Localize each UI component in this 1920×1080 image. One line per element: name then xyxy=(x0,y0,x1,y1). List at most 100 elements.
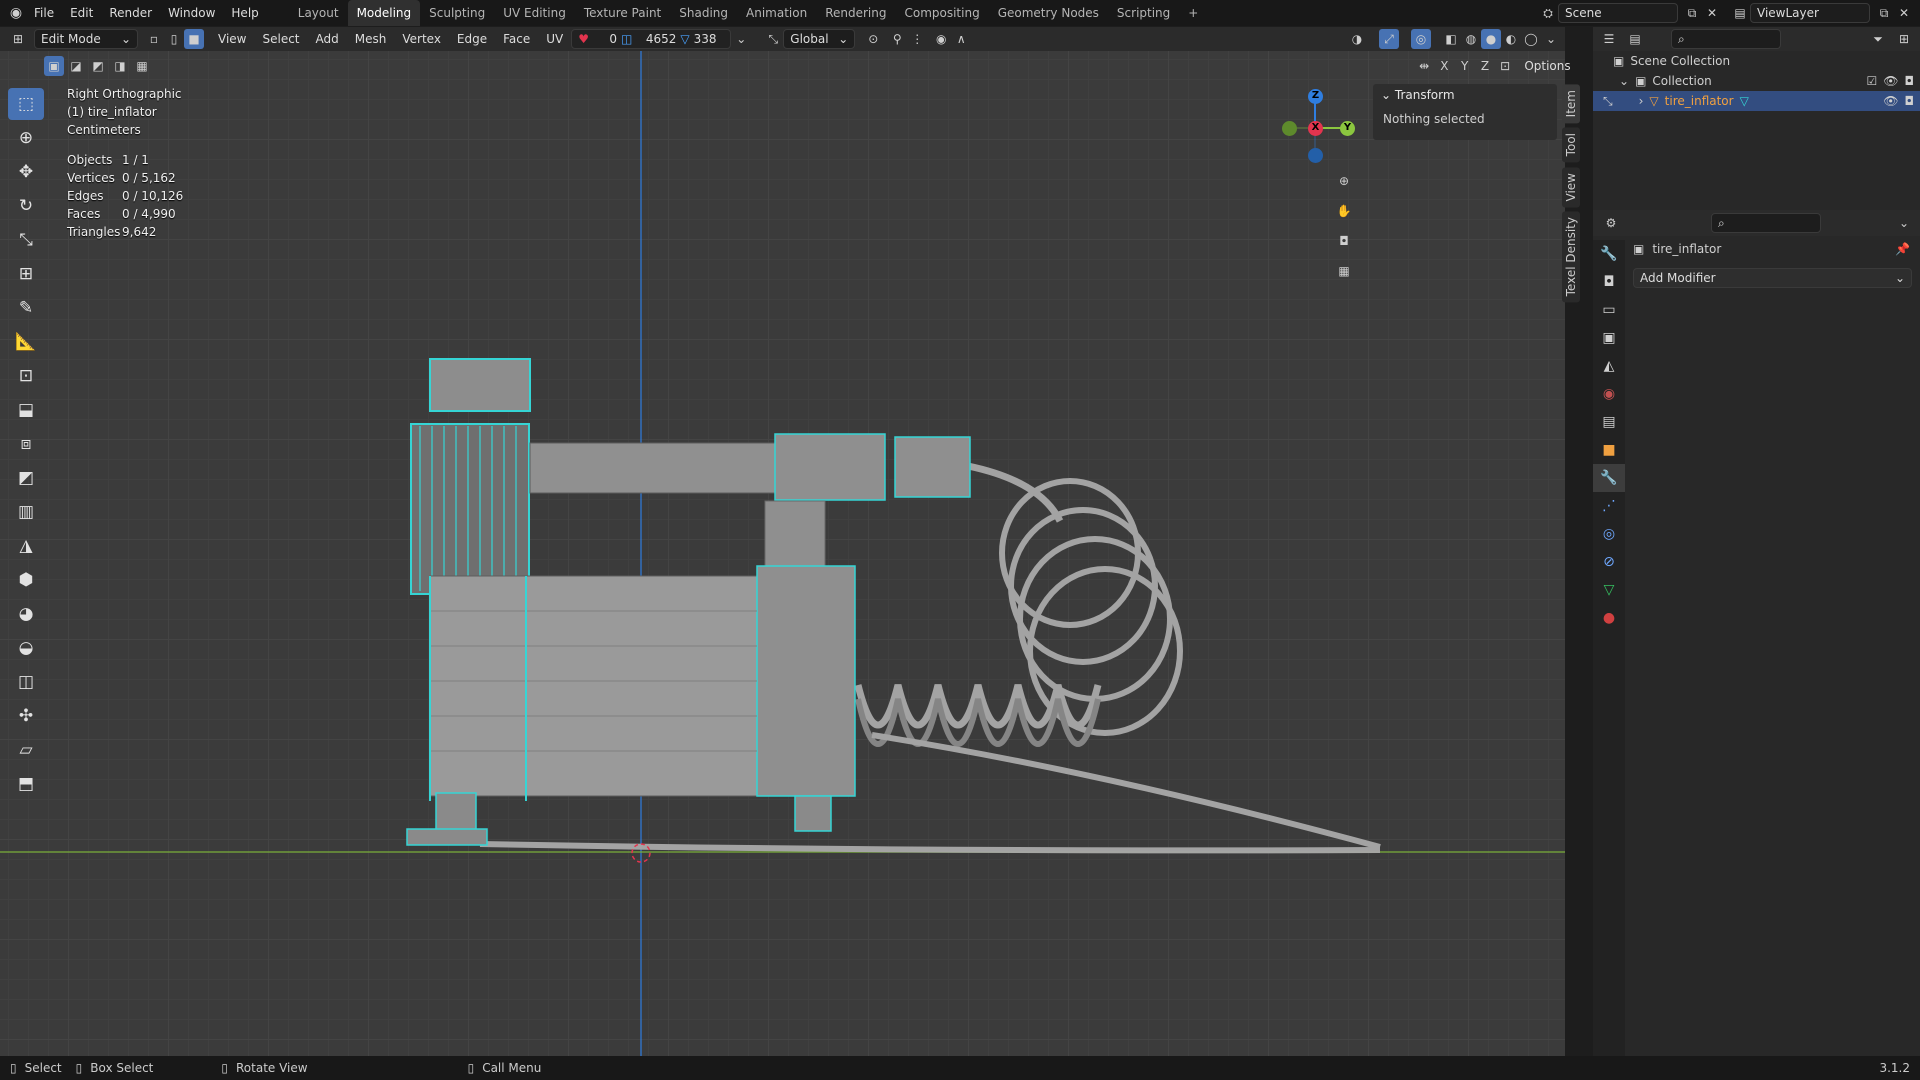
loop-cut-tool[interactable]: ▥ xyxy=(8,496,44,528)
axis-z-toggle[interactable]: Z xyxy=(1476,56,1494,76)
add-cube-tool[interactable]: ⊡ xyxy=(8,360,44,392)
navigation-gizmo[interactable]: Z Y X xyxy=(1270,86,1360,176)
select-extend-icon[interactable]: ◪ xyxy=(66,56,86,76)
transform-tool[interactable]: ⊞ xyxy=(8,258,44,290)
menu-face[interactable]: Face xyxy=(495,29,538,49)
chevron-down-icon[interactable]: ⌄ xyxy=(731,29,751,49)
physics-props-icon[interactable]: ◎ xyxy=(1593,520,1625,548)
menu-window[interactable]: Window xyxy=(160,0,223,26)
expand-icon[interactable]: ⌄ xyxy=(1619,71,1629,91)
add-workspace-icon[interactable]: + xyxy=(1179,0,1207,26)
rotate-tool[interactable]: ↻ xyxy=(8,190,44,222)
particles-props-icon[interactable]: ⋰ xyxy=(1593,492,1625,520)
menu-render[interactable]: Render xyxy=(101,0,160,26)
new-view-layer-icon[interactable]: ⧉ xyxy=(1874,3,1894,23)
snap-target-icon[interactable]: ⋮ xyxy=(907,29,927,49)
mirror-icon[interactable]: ⇹ xyxy=(1415,56,1433,76)
properties-search[interactable]: ⌕ xyxy=(1711,213,1821,233)
face-select-icon[interactable]: ■ xyxy=(184,29,204,49)
add-modifier-button[interactable]: Add Modifier ⌄ xyxy=(1633,268,1912,288)
filter-icon[interactable]: ⏷ xyxy=(1868,29,1888,49)
grid-icon[interactable]: ▦ xyxy=(1334,261,1354,281)
output-props-icon[interactable]: ▭ xyxy=(1593,296,1625,324)
zoom-icon[interactable]: ⊕ xyxy=(1334,171,1354,191)
properties-editor-icon[interactable]: ⚙ xyxy=(1601,213,1621,233)
mode-select[interactable]: Edit Mode ⌄ xyxy=(34,29,138,49)
expand-icon[interactable]: › xyxy=(1639,91,1644,111)
view-layer-field[interactable]: ViewLayer xyxy=(1750,3,1870,23)
tab-modeling[interactable]: Modeling xyxy=(347,0,421,26)
menu-add[interactable]: Add xyxy=(308,29,347,49)
poly-build-tool[interactable]: ⬢ xyxy=(8,564,44,596)
tab-layout[interactable]: Layout xyxy=(289,0,348,26)
tab-shading[interactable]: Shading xyxy=(670,0,737,26)
options-button[interactable]: Options ⌄ xyxy=(1516,56,1587,93)
tab-uv-editing[interactable]: UV Editing xyxy=(494,0,575,26)
tab-sculpting[interactable]: Sculpting xyxy=(420,0,494,26)
gizmo-neg-z[interactable] xyxy=(1308,148,1323,163)
world-props-icon[interactable]: ◉ xyxy=(1593,380,1625,408)
orientation-select[interactable]: Global ⌄ xyxy=(783,29,856,49)
outliner-row-scene[interactable]: ▣ Scene Collection xyxy=(1593,51,1920,71)
view-layer-props-icon[interactable]: ▣ xyxy=(1593,324,1625,352)
menu-help[interactable]: Help xyxy=(223,0,266,26)
mesh-data-props-icon[interactable]: ▽ xyxy=(1593,576,1625,604)
camera-icon[interactable]: ◘ xyxy=(1905,91,1915,111)
mesh-analysis-field[interactable]: ♥ 0 ◫ 4652 ▽ 338 xyxy=(571,29,732,49)
material-shading-icon[interactable]: ◐ xyxy=(1501,29,1521,49)
falloff-icon[interactable]: ∧ xyxy=(951,29,971,49)
spin-tool[interactable]: ◕ xyxy=(8,598,44,630)
tab-scripting[interactable]: Scripting xyxy=(1108,0,1179,26)
extrude-tool[interactable]: ⬓ xyxy=(8,394,44,426)
outliner-row-collection[interactable]: ⌄ ▣ Collection ☑ 👁 ◘ xyxy=(1593,71,1920,91)
scene-props-icon[interactable]: ◭ xyxy=(1593,352,1625,380)
camera-icon[interactable]: ◘ xyxy=(1334,231,1354,251)
tab-texture-paint[interactable]: Texture Paint xyxy=(575,0,670,26)
chevron-down-icon[interactable]: ⌄ xyxy=(1541,29,1561,49)
outliner-row-object[interactable]: ⤡ › ▽ tire_inflator ▽ 👁 ◘ xyxy=(1593,91,1920,111)
gizmo-x-axis[interactable]: X xyxy=(1308,121,1323,136)
chevron-down-icon[interactable]: ⌄ xyxy=(1894,213,1914,233)
auto-merge-icon[interactable]: ⊡ xyxy=(1496,56,1514,76)
render-props-icon[interactable]: ◘ xyxy=(1593,268,1625,296)
display-mode-icon[interactable]: ▤ xyxy=(1625,29,1645,49)
constraints-props-icon[interactable]: ⊘ xyxy=(1593,548,1625,576)
pivot-icon[interactable]: ⊙ xyxy=(863,29,883,49)
tab-compositing[interactable]: Compositing xyxy=(895,0,988,26)
measure-tool[interactable]: 📐 xyxy=(8,326,44,358)
gizmo-neg-y[interactable] xyxy=(1282,121,1297,136)
cursor-tool[interactable]: ⊕ xyxy=(8,122,44,154)
scale-tool[interactable]: ⤡ xyxy=(8,224,44,256)
eye-icon[interactable]: 👁 xyxy=(1883,71,1898,91)
scene-field[interactable]: Scene xyxy=(1558,3,1678,23)
outliner-search[interactable]: ⌕ xyxy=(1671,29,1781,49)
tab-animation[interactable]: Animation xyxy=(737,0,816,26)
modifier-props-icon[interactable]: 🔧 xyxy=(1593,464,1625,492)
snap-icon[interactable]: ⚲ xyxy=(887,29,907,49)
wireframe-shading-icon[interactable]: ◍ xyxy=(1461,29,1481,49)
tool-props-icon[interactable]: 🔧 xyxy=(1593,240,1625,268)
delete-view-layer-icon[interactable]: ✕ xyxy=(1894,3,1914,23)
blender-logo-icon[interactable]: ◉ xyxy=(6,3,26,23)
transform-section-header[interactable]: ⌄ Transform xyxy=(1373,84,1557,106)
xray-icon[interactable]: ◧ xyxy=(1441,29,1461,49)
rip-region-tool[interactable]: ⬒ xyxy=(8,768,44,800)
bevel-tool[interactable]: ◩ xyxy=(8,462,44,494)
collection-props-icon[interactable]: ▤ xyxy=(1593,408,1625,436)
menu-edit[interactable]: Edit xyxy=(62,0,101,26)
smooth-tool[interactable]: ◒ xyxy=(8,632,44,664)
axis-x-toggle[interactable]: X xyxy=(1435,56,1453,76)
edge-slide-tool[interactable]: ◫ xyxy=(8,666,44,698)
3d-viewport[interactable]: Right Orthographic (1) tire_inflator Cen… xyxy=(0,51,1571,1056)
annotate-tool[interactable]: ✎ xyxy=(8,292,44,324)
visibility-icon[interactable]: ◑ xyxy=(1347,29,1367,49)
gizmo-y-axis[interactable]: Y xyxy=(1340,121,1355,136)
select-new-icon[interactable]: ▣ xyxy=(44,56,64,76)
checkbox-icon[interactable]: ☑ xyxy=(1867,71,1878,91)
editor-type-icon[interactable]: ⊞ xyxy=(8,29,28,49)
material-props-icon[interactable]: ● xyxy=(1593,604,1625,632)
knife-tool[interactable]: ◮ xyxy=(8,530,44,562)
outliner-editor-icon[interactable]: ☰ xyxy=(1599,29,1619,49)
move-tool[interactable]: ✥ xyxy=(8,156,44,188)
inset-tool[interactable]: ⧈ xyxy=(8,428,44,460)
